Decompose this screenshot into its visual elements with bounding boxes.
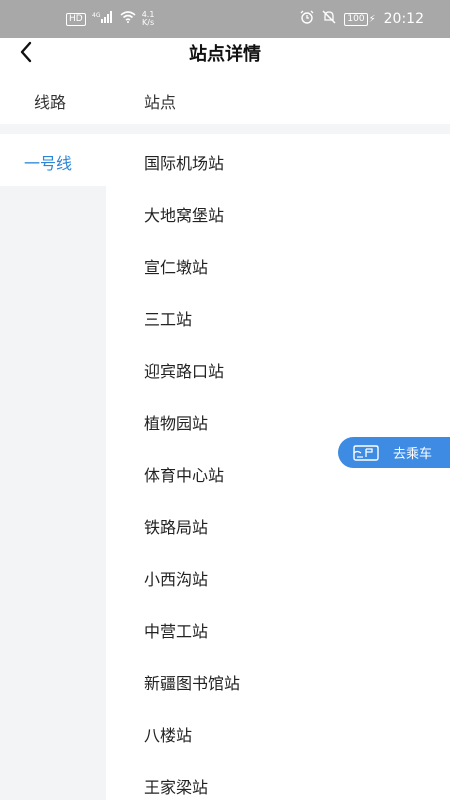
- go-ride-button[interactable]: 去乘车: [338, 437, 450, 468]
- station-name: 新疆图书馆站: [144, 674, 241, 693]
- station-list: 国际机场站 大地窝堡站 宣仁墩站 三工站 迎宾路口站 植物园站 体育中心站 铁路…: [106, 134, 450, 810]
- station-name: 体育中心站: [144, 466, 225, 485]
- station-item[interactable]: 小西沟站: [106, 550, 450, 602]
- hd-badge: HD: [66, 12, 86, 26]
- station-item[interactable]: 迎宾路口站: [106, 342, 450, 394]
- station-item[interactable]: 宣仁墩站: [106, 238, 450, 290]
- station-name: 大地窝堡站: [144, 206, 225, 225]
- mute-icon: [322, 10, 336, 28]
- station-name: 植物园站: [144, 414, 209, 433]
- station-name: 宣仁墩站: [144, 258, 209, 277]
- column-header-line: 线路: [34, 93, 67, 112]
- station-name: 国际机场站: [144, 154, 225, 173]
- station-name: 王家梁站: [144, 778, 209, 797]
- alarm-icon: [300, 10, 314, 28]
- station-name: 八楼站: [144, 726, 193, 745]
- wifi-icon: [120, 11, 136, 27]
- station-item[interactable]: 八楼站: [106, 706, 450, 758]
- station-item[interactable]: 大地窝堡站: [106, 186, 450, 238]
- section-gap: [0, 124, 450, 134]
- status-bar: HD 4G 4.1 K/s 100 ⚡ 20:12: [0, 0, 450, 38]
- station-item[interactable]: 铁路局站: [106, 498, 450, 550]
- station-name: 中营工站: [144, 622, 209, 641]
- line-item-label: 一号线: [24, 154, 73, 173]
- battery-icon: 100 ⚡: [344, 12, 376, 26]
- column-headers: 线路 站点: [0, 72, 450, 124]
- line-list: 一号线: [0, 134, 106, 800]
- station-item[interactable]: 王家梁站: [106, 758, 450, 810]
- signal-icon: 4G: [92, 11, 114, 27]
- top-bar: 站点详情: [0, 38, 450, 72]
- station-item[interactable]: 新疆图书馆站: [106, 654, 450, 706]
- ticket-icon: [353, 444, 379, 461]
- station-name: 三工站: [144, 310, 193, 329]
- battery-level: 100: [344, 12, 368, 26]
- page-title: 站点详情: [189, 44, 261, 65]
- svg-text:4G: 4G: [92, 12, 101, 19]
- column-header-station: 站点: [144, 93, 177, 112]
- line-item-1[interactable]: 一号线: [0, 134, 106, 186]
- station-item[interactable]: 国际机场站: [106, 134, 450, 186]
- station-item[interactable]: 三工站: [106, 290, 450, 342]
- station-name: 铁路局站: [144, 518, 209, 537]
- station-name: 小西沟站: [144, 570, 209, 589]
- status-time: 20:12: [383, 11, 424, 27]
- station-name: 迎宾路口站: [144, 362, 225, 381]
- station-item[interactable]: 中营工站: [106, 602, 450, 654]
- go-ride-label: 去乘车: [393, 447, 433, 462]
- net-speed: 4.1 K/s: [141, 10, 155, 27]
